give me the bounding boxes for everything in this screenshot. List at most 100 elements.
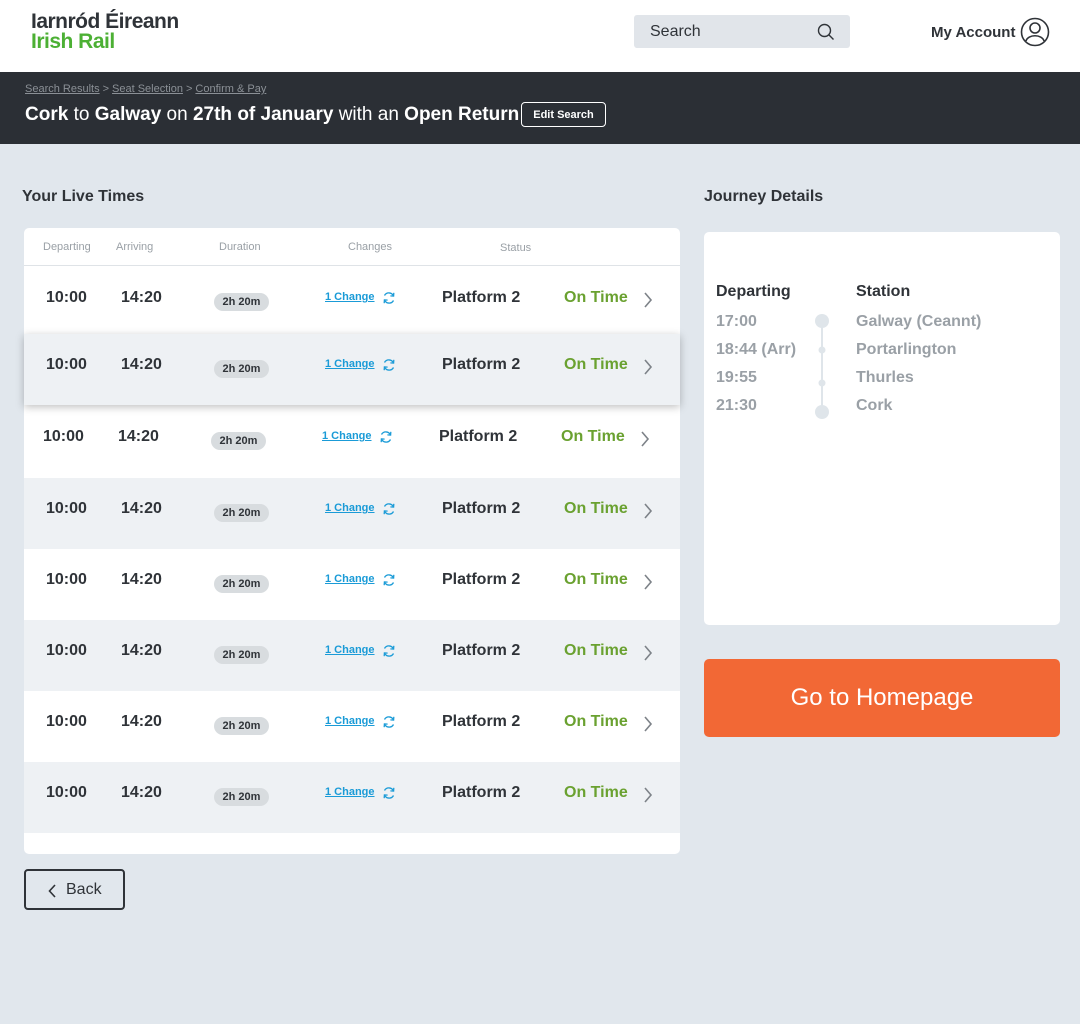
changes-link[interactable]: 1 Change	[325, 715, 375, 727]
platform-label: Platform 2	[442, 571, 521, 588]
breadcrumb-search-results[interactable]: Search Results	[25, 83, 100, 95]
duration-badge: 2h 20m	[214, 788, 269, 806]
changes-link[interactable]: 1 Change	[325, 786, 375, 798]
table-row[interactable]: 10:00 14:20 2h 20m 1 Change Platform 2 On Tim…	[24, 267, 680, 338]
departure-time: 10:00	[46, 642, 87, 659]
chevron-right-icon[interactable]	[639, 429, 651, 449]
column-header-arriving: Arriving	[116, 241, 154, 253]
edit-search-button[interactable]: Edit Search	[521, 102, 606, 127]
status-badge: On Time	[564, 356, 628, 373]
changes-link[interactable]: 1 Change	[325, 573, 375, 585]
changes-link[interactable]: 1 Change	[325, 291, 375, 303]
status-badge: On Time	[564, 784, 628, 801]
route-origin: Cork	[25, 104, 69, 125]
departure-time: 10:00	[46, 713, 87, 730]
refresh-icon[interactable]	[382, 644, 396, 658]
back-button[interactable]: Back	[24, 869, 125, 910]
refresh-icon[interactable]	[382, 502, 396, 516]
journey-timeline	[815, 314, 829, 419]
arrival-time: 14:20	[121, 642, 162, 659]
departure-time: 10:00	[46, 500, 87, 517]
platform-label: Platform 2	[442, 500, 521, 517]
platform-label: Platform 2	[442, 784, 521, 801]
stop-time: 18:44 (Arr)	[716, 341, 797, 358]
duration-badge: 2h 20m	[214, 646, 269, 664]
table-row[interactable]: 10:00 14:20 2h 20m 1 Change Platform 2 On Tim…	[24, 549, 680, 620]
status-badge: On Time	[561, 428, 625, 445]
arrival-time: 14:20	[121, 571, 162, 588]
route-with-word: with an	[338, 104, 399, 125]
chevron-right-icon[interactable]	[642, 785, 654, 805]
live-times-card: Departing Arriving Duration Changes Stat…	[24, 228, 680, 854]
departure-time: 10:00	[46, 356, 87, 373]
user-circle-icon[interactable]	[1020, 17, 1050, 47]
go-to-homepage-button[interactable]: Go to Homepage	[704, 659, 1060, 737]
refresh-icon[interactable]	[382, 573, 396, 587]
changes-link[interactable]: 1 Change	[322, 430, 372, 442]
table-row[interactable]: 10:00 14:20 2h 20m 1 Change Platform 2 On Tim…	[24, 406, 680, 477]
top-header: Iarnród Éireann Irish Rail My Account	[0, 0, 1080, 72]
stop-station: Cork	[856, 397, 893, 414]
chevron-right-icon[interactable]	[642, 357, 654, 377]
breadcrumb-separator: >	[102, 83, 110, 95]
status-badge: On Time	[564, 289, 628, 306]
stop-dot	[815, 314, 829, 328]
search-icon[interactable]	[817, 23, 835, 41]
platform-label: Platform 2	[442, 642, 521, 659]
logo-line-2: Irish Rail	[31, 30, 115, 53]
table-row[interactable]: 10:00 14:20 2h 20m 1 Change Platform 2 On Tim…	[24, 334, 680, 405]
table-row[interactable]: 10:00 14:20 2h 20m 1 Change Platform 2 On Tim…	[24, 691, 680, 762]
platform-label: Platform 2	[442, 289, 521, 306]
irish-rail-logo[interactable]: Iarnród Éireann Irish Rail	[31, 11, 179, 53]
platform-label: Platform 2	[442, 356, 521, 373]
table-row[interactable]: 10:00 14:20 2h 20m 1 Change Platform 2 On Tim…	[24, 762, 680, 833]
route-summary: Cork to Galway on 27th of January with a…	[25, 104, 519, 126]
chevron-right-icon[interactable]	[642, 714, 654, 734]
refresh-icon[interactable]	[379, 430, 393, 444]
journey-details-title: Journey Details	[704, 188, 824, 205]
station-header: Station	[856, 283, 911, 300]
refresh-icon[interactable]	[382, 715, 396, 729]
departure-time: 10:00	[46, 571, 87, 588]
table-row[interactable]: 10:00 14:20 2h 20m 1 Change Platform 2 On Tim…	[24, 478, 680, 549]
arrival-time: 14:20	[118, 428, 159, 445]
table-header: Departing Arriving Duration Changes Stat…	[24, 228, 680, 266]
chevron-right-icon[interactable]	[642, 290, 654, 310]
duration-badge: 2h 20m	[214, 575, 269, 593]
search-box[interactable]	[634, 15, 850, 48]
chevron-right-icon[interactable]	[642, 572, 654, 592]
route-on-word: on	[166, 104, 188, 125]
breadcrumb-separator: >	[185, 83, 193, 95]
stop-dot	[815, 405, 829, 419]
stop-station: Thurles	[856, 369, 914, 386]
column-header-changes: Changes	[348, 241, 393, 253]
route-to-word: to	[73, 104, 90, 125]
stop-time: 19:55	[716, 369, 757, 386]
search-input[interactable]	[634, 15, 814, 48]
my-account-link[interactable]: My Account	[931, 24, 1015, 41]
status-badge: On Time	[564, 713, 628, 730]
refresh-icon[interactable]	[382, 291, 396, 305]
chevron-left-icon	[48, 884, 56, 898]
departure-time: 10:00	[46, 289, 87, 306]
departure-time: 10:00	[46, 784, 87, 801]
refresh-icon[interactable]	[382, 786, 396, 800]
status-badge: On Time	[564, 642, 628, 659]
chevron-right-icon[interactable]	[642, 643, 654, 663]
back-button-label: Back	[66, 881, 102, 898]
changes-link[interactable]: 1 Change	[325, 358, 375, 370]
changes-link[interactable]: 1 Change	[325, 644, 375, 656]
route-ticket-type: Open Return	[404, 104, 520, 125]
departure-time: 10:00	[43, 428, 84, 445]
platform-label: Platform 2	[442, 713, 521, 730]
arrival-time: 14:20	[121, 500, 162, 517]
changes-link[interactable]: 1 Change	[325, 502, 375, 514]
platform-label: Platform 2	[439, 428, 518, 445]
breadcrumb-confirm-pay[interactable]: Confirm & Pay	[195, 83, 266, 95]
arrival-time: 14:20	[121, 356, 162, 373]
table-row[interactable]: 10:00 14:20 2h 20m 1 Change Platform 2 On Tim…	[24, 620, 680, 691]
arrival-time: 14:20	[121, 713, 162, 730]
breadcrumb-seat-selection[interactable]: Seat Selection	[112, 83, 183, 95]
refresh-icon[interactable]	[382, 358, 396, 372]
chevron-right-icon[interactable]	[642, 501, 654, 521]
